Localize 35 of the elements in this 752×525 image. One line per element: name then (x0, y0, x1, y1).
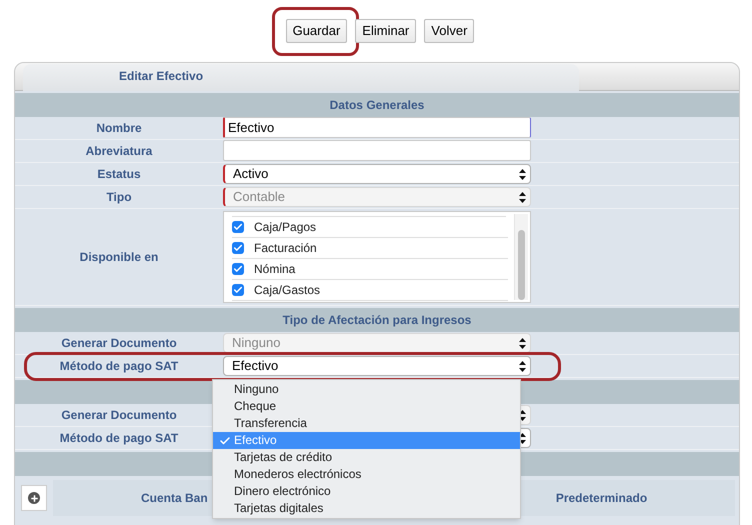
select-value: Ninguno (232, 334, 280, 352)
section-header: Tipo de Afectación para Ingresos (15, 308, 739, 332)
action-button[interactable]: Volver (424, 19, 474, 43)
select-field[interactable]: Efectivo (223, 356, 531, 376)
checklist-label: Caja/Pagos (254, 219, 316, 236)
field-label: Disponible en (80, 250, 158, 264)
panel-tab[interactable]: Editar Efectivo (23, 64, 579, 91)
checklist-label: Nómina (254, 261, 296, 278)
dropdown-option[interactable]: Monederos electrónicos (213, 466, 520, 483)
field-label: Método de pago SAT (60, 431, 178, 445)
dropdown-option[interactable]: Tarjetas de crédito (213, 449, 520, 466)
select-value: Contable (233, 188, 286, 206)
checklist-label: Caja/Gastos (254, 282, 320, 299)
select-value: Efectivo (232, 357, 278, 376)
dropdown-option[interactable]: Transferencia (213, 415, 520, 432)
field-label: Abreviatura (86, 144, 152, 158)
text-field[interactable]: Efectivo (223, 117, 531, 138)
select-value: Activo (233, 165, 268, 184)
field-label: Nombre (96, 121, 142, 135)
section-header: Datos Generales (15, 93, 739, 117)
field-label: Método de pago SAT (60, 359, 178, 373)
field-label: Generar Documento (61, 336, 177, 350)
field-label: Tipo (106, 190, 132, 204)
action-button[interactable]: Guardar (286, 19, 348, 43)
field-label: Generar Documento (61, 408, 177, 422)
column-header: Predeterminado (556, 490, 648, 507)
field-label: Estatus (97, 167, 141, 181)
dropdown-option[interactable]: Cheque (213, 398, 520, 415)
column-header: Cuenta Ban (141, 490, 208, 507)
dropdown-option[interactable]: Tarjetas digitales (213, 500, 520, 517)
checklist-label: Facturación (254, 240, 317, 257)
select-field[interactable]: Activo (223, 164, 531, 184)
dropdown-option[interactable]: Dinero electrónico (213, 483, 520, 500)
action-button[interactable]: Eliminar (355, 19, 416, 43)
dropdown-option[interactable]: Ninguno (213, 381, 520, 398)
